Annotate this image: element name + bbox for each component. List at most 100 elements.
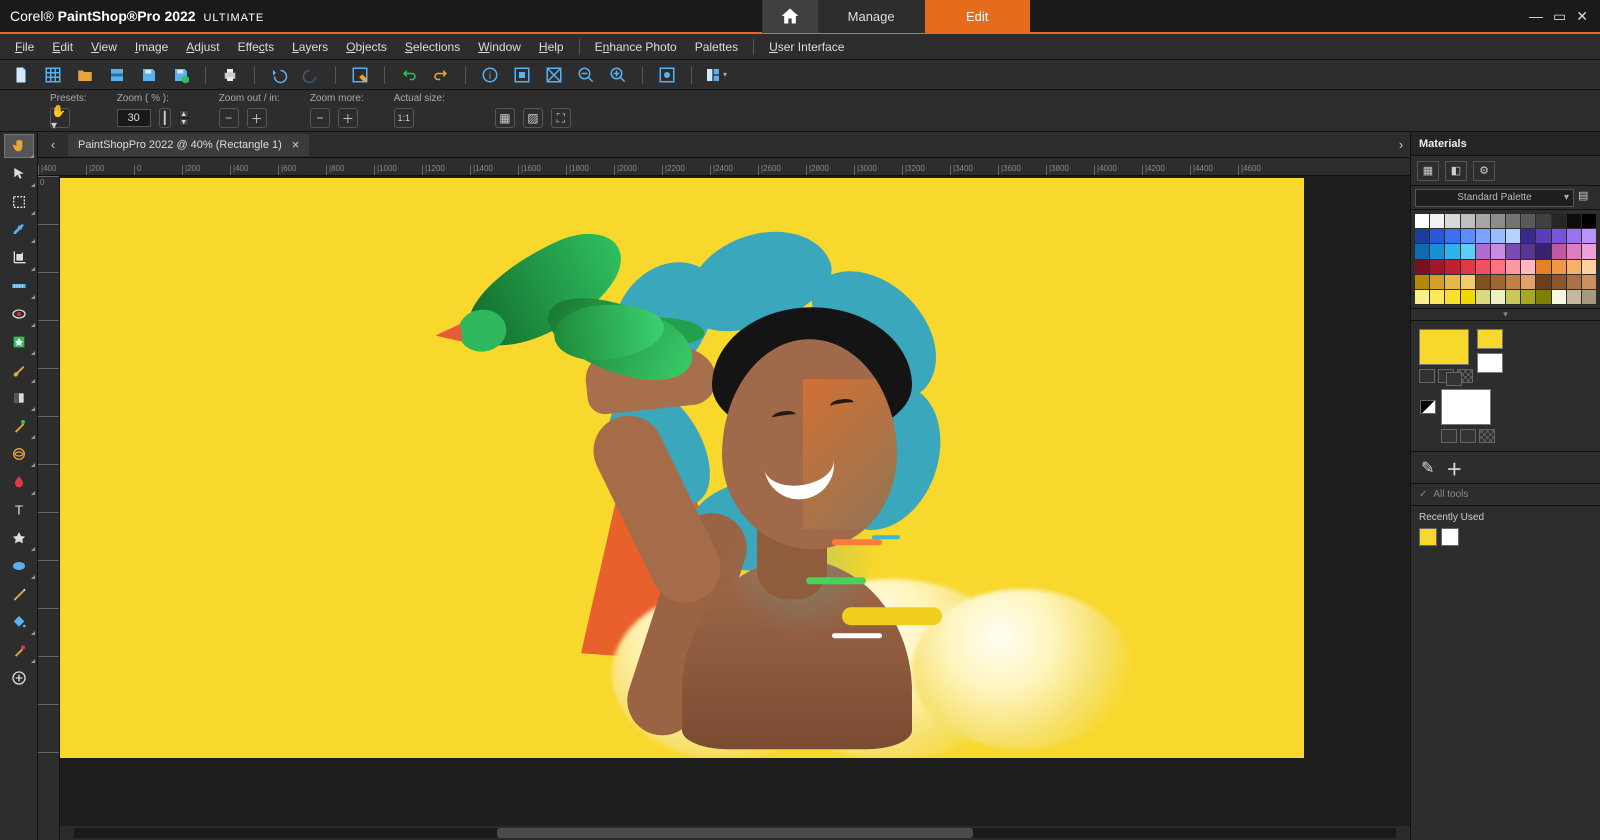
palette-dropdown[interactable]: Standard Palette — [1415, 189, 1574, 207]
swatch[interactable] — [1582, 290, 1596, 304]
swatch[interactable] — [1506, 260, 1520, 274]
swatch[interactable] — [1415, 290, 1429, 304]
menu-view[interactable]: View — [82, 40, 126, 54]
swatch[interactable] — [1567, 244, 1581, 258]
swatch[interactable] — [1430, 260, 1444, 274]
swatch[interactable] — [1445, 290, 1459, 304]
swatch[interactable] — [1476, 260, 1490, 274]
recent-swatch[interactable] — [1441, 528, 1459, 546]
swatch[interactable] — [1521, 290, 1535, 304]
selection-tool[interactable] — [4, 190, 34, 214]
mode-home-button[interactable] — [762, 0, 818, 33]
menu-effects[interactable]: Effects — [229, 40, 283, 54]
swatch[interactable] — [1567, 229, 1581, 243]
open-button[interactable] — [74, 64, 96, 86]
swatch[interactable] — [1506, 290, 1520, 304]
swatch[interactable] — [1430, 229, 1444, 243]
save-as-button[interactable] — [170, 64, 192, 86]
swatch[interactable] — [1476, 275, 1490, 289]
canvas[interactable] — [60, 178, 1304, 758]
dropper-tool[interactable] — [4, 218, 34, 242]
maximize-button[interactable]: ▭ — [1553, 8, 1566, 25]
swatch[interactable] — [1536, 229, 1550, 243]
smudge-tool[interactable] — [4, 470, 34, 494]
menu-palettes[interactable]: Palettes — [686, 40, 747, 54]
swatch[interactable] — [1506, 214, 1520, 228]
shape-tool[interactable] — [4, 526, 34, 550]
grid-button[interactable] — [42, 64, 64, 86]
fill-tool[interactable] — [4, 610, 34, 634]
swatch[interactable] — [1445, 275, 1459, 289]
swatch[interactable] — [1476, 214, 1490, 228]
swatch[interactable] — [1430, 275, 1444, 289]
swatch-grid-expand[interactable]: ▾ — [1411, 309, 1600, 321]
materials-mode-swatches[interactable]: ▦ — [1417, 161, 1439, 181]
minimize-button[interactable]: — — [1529, 8, 1543, 25]
zoom-in-button[interactable] — [607, 64, 629, 86]
swatch[interactable] — [1536, 260, 1550, 274]
straighten-tool[interactable] — [4, 274, 34, 298]
zoom-out-step-button[interactable]: − — [219, 108, 239, 128]
zoom-pct-slider[interactable]: ┃ — [159, 108, 171, 128]
bg-style-b[interactable] — [1460, 429, 1476, 443]
document-tab[interactable]: PaintShopPro 2022 @ 40% (Rectangle 1) × — [68, 134, 309, 156]
zoom-out-button[interactable] — [575, 64, 597, 86]
pen-tool[interactable] — [4, 582, 34, 606]
menu-enhance-photo[interactable]: Enhance Photo — [586, 40, 686, 54]
view-opt-a-button[interactable]: ▦ — [495, 108, 515, 128]
swatch[interactable] — [1552, 214, 1566, 228]
swatch[interactable] — [1476, 244, 1490, 258]
warp-tool[interactable] — [4, 442, 34, 466]
swatch[interactable] — [1461, 290, 1475, 304]
zoom-more-out-button[interactable]: − — [310, 108, 330, 128]
swatch[interactable] — [1461, 229, 1475, 243]
foreground-swatch-small[interactable] — [1477, 329, 1503, 349]
mode-edit-button[interactable]: Edit — [924, 0, 1030, 33]
swatch[interactable] — [1552, 290, 1566, 304]
swatch[interactable] — [1491, 244, 1505, 258]
swatch[interactable] — [1476, 229, 1490, 243]
undo-history-button[interactable] — [398, 64, 420, 86]
recent-button[interactable] — [106, 64, 128, 86]
swatch[interactable] — [1461, 244, 1475, 258]
fg-style-solid[interactable] — [1419, 369, 1435, 383]
swatch[interactable] — [1552, 260, 1566, 274]
zoom-pct-spinner[interactable]: ▲▼ — [179, 110, 189, 126]
swatch[interactable] — [1582, 275, 1596, 289]
text-tool[interactable]: T — [4, 498, 34, 522]
horizontal-scrollbar[interactable] — [60, 826, 1410, 840]
tab-next-button[interactable]: › — [1392, 136, 1410, 154]
paintbrush-tool[interactable] — [4, 358, 34, 382]
swatch[interactable] — [1567, 214, 1581, 228]
menu-user-interface[interactable]: User Interface — [760, 40, 853, 54]
swatch[interactable] — [1582, 244, 1596, 258]
pick-tool[interactable] — [4, 162, 34, 186]
swatch[interactable] — [1521, 214, 1535, 228]
swatch[interactable] — [1552, 275, 1566, 289]
materials-mode-sliders[interactable]: ⚙ — [1473, 161, 1495, 181]
swatch[interactable] — [1521, 229, 1535, 243]
swatch[interactable] — [1445, 229, 1459, 243]
background-swatch-small[interactable] — [1477, 353, 1503, 373]
swatch[interactable] — [1567, 260, 1581, 274]
redo-button[interactable] — [300, 64, 322, 86]
view-opt-b-button[interactable]: ▨ — [523, 108, 543, 128]
workspace-button[interactable]: ▾ — [705, 64, 727, 86]
swatch[interactable] — [1491, 260, 1505, 274]
swatch[interactable] — [1430, 290, 1444, 304]
swatch[interactable] — [1506, 275, 1520, 289]
screenshot-button[interactable] — [349, 64, 371, 86]
menu-selections[interactable]: Selections — [396, 40, 469, 54]
menu-window[interactable]: Window — [469, 40, 530, 54]
zoom-pct-input[interactable] — [117, 109, 151, 127]
swatch[interactable] — [1536, 290, 1550, 304]
foreground-swatch[interactable] — [1419, 329, 1469, 365]
swatch[interactable] — [1491, 229, 1505, 243]
zoom-in-step-button[interactable]: ＋ — [247, 108, 267, 128]
swatch[interactable] — [1461, 260, 1475, 274]
redo-history-button[interactable] — [430, 64, 452, 86]
menu-layers[interactable]: Layers — [283, 40, 337, 54]
close-tab-button[interactable]: × — [292, 137, 300, 152]
swatch[interactable] — [1582, 260, 1596, 274]
clone-tool[interactable] — [4, 414, 34, 438]
